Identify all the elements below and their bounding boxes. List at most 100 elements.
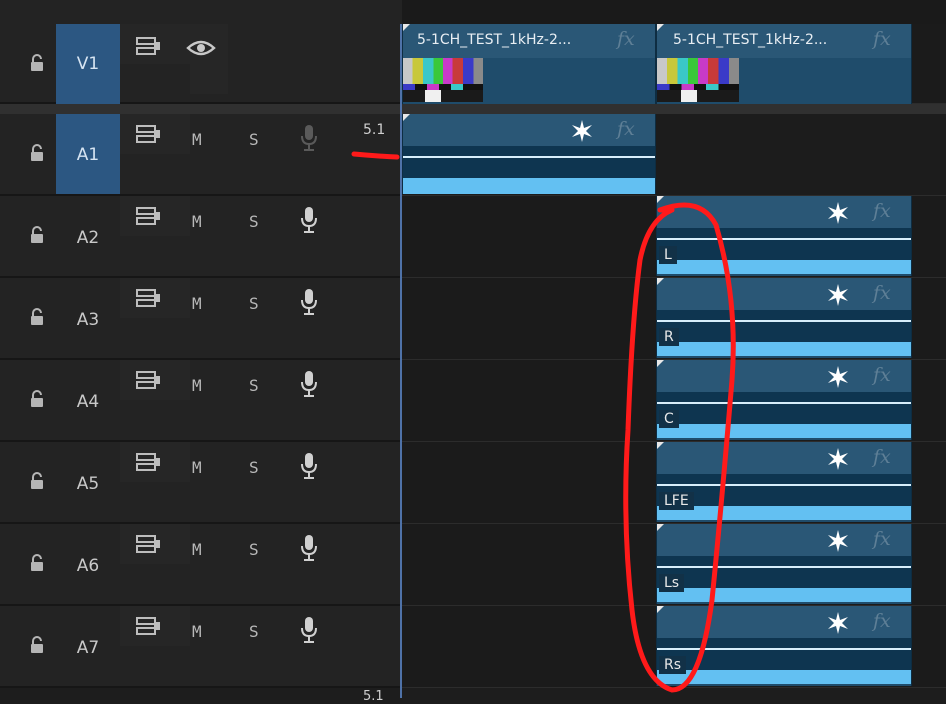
clip-start-marker (657, 24, 664, 31)
keyframe-star-icon[interactable] (827, 366, 849, 388)
track-area-a2: fx L (402, 196, 946, 278)
microphone-icon[interactable] (299, 206, 319, 234)
audio-clip[interactable]: fx R (656, 278, 912, 358)
waveform (657, 228, 911, 238)
toggle-sync-lock-icon[interactable] (136, 36, 162, 58)
channel-label: C (659, 410, 679, 428)
lock-icon[interactable] (26, 470, 48, 492)
track-header-v1: V1 (0, 24, 400, 104)
channel-label: LFE (659, 492, 694, 510)
clip-end-marker (656, 24, 657, 32)
waveform-fill (403, 178, 655, 194)
video-audio-divider[interactable] (0, 104, 946, 114)
mute-button[interactable]: M (192, 622, 202, 641)
fx-badge[interactable]: fx (873, 610, 891, 632)
mute-button[interactable]: M (192, 376, 202, 395)
waveform (657, 392, 911, 402)
toggle-sync-lock-icon[interactable] (136, 452, 162, 474)
mute-button[interactable]: M (192, 458, 202, 477)
track-area-a1: fx (402, 114, 946, 196)
video-clip-title: 5-1CH_TEST_1kHz-2... (417, 32, 572, 48)
video-clip[interactable]: 5-1CH_TEST_1kHz-2... fx (656, 24, 912, 104)
solo-button[interactable]: S (249, 540, 259, 559)
toggle-sync-lock-icon[interactable] (136, 370, 162, 392)
track-name[interactable]: A3 (56, 278, 120, 360)
audio-clip[interactable]: fx LFE (656, 442, 912, 522)
mute-button[interactable]: M (192, 212, 202, 231)
audio-clip[interactable]: fx Rs (656, 606, 912, 686)
microphone-icon[interactable] (299, 288, 319, 316)
toggle-sync-lock-icon[interactable] (136, 124, 162, 146)
track-name[interactable]: A6 (56, 524, 120, 606)
fx-badge[interactable]: fx (873, 364, 891, 386)
track-name[interactable]: A2 (56, 196, 120, 278)
lock-icon[interactable] (26, 224, 48, 246)
solo-button[interactable]: S (249, 376, 259, 395)
track-header-a7: A7 M S (0, 606, 400, 688)
fx-badge[interactable]: fx (617, 118, 635, 140)
fx-badge[interactable]: fx (873, 28, 891, 50)
track-header-a6: A6 M S (0, 524, 400, 606)
eye-icon[interactable] (186, 38, 216, 58)
track-name[interactable]: A5 (56, 442, 120, 524)
fx-badge[interactable]: fx (617, 28, 635, 50)
audio-clip[interactable]: fx C (656, 360, 912, 440)
color-bars-thumbnail (657, 58, 739, 102)
sync-lock-cell (120, 360, 190, 400)
keyframe-star-icon[interactable] (827, 530, 849, 552)
toggle-sync-lock-icon[interactable] (136, 288, 162, 310)
playhead-line[interactable] (400, 24, 402, 698)
clip-start-marker (657, 278, 664, 285)
toggle-sync-lock-icon[interactable] (136, 206, 162, 228)
track-name[interactable]: A4 (56, 360, 120, 442)
keyframe-star-icon[interactable] (827, 448, 849, 470)
microphone-icon[interactable] (299, 452, 319, 480)
waveform (657, 474, 911, 484)
mute-button[interactable]: M (192, 540, 202, 559)
waveform (403, 146, 655, 156)
keyframe-star-icon[interactable] (827, 202, 849, 224)
lock-icon[interactable] (26, 552, 48, 574)
track-name[interactable]: A7 (56, 606, 120, 688)
microphone-icon[interactable] (299, 124, 319, 152)
timeline-ruler-strip (402, 0, 946, 25)
lock-icon[interactable] (26, 306, 48, 328)
lock-icon[interactable] (26, 388, 48, 410)
audio-clip[interactable]: fx Ls (656, 524, 912, 604)
solo-button[interactable]: S (249, 458, 259, 477)
fx-badge[interactable]: fx (873, 446, 891, 468)
solo-button[interactable]: S (249, 130, 259, 149)
keyframe-star-icon[interactable] (571, 120, 593, 142)
mute-button[interactable]: M (192, 130, 202, 149)
audio-clip[interactable]: fx L (656, 196, 912, 276)
microphone-icon[interactable] (299, 370, 319, 398)
keyframe-star-icon[interactable] (827, 284, 849, 306)
solo-button[interactable]: S (249, 212, 259, 231)
waveform (657, 556, 911, 566)
fx-badge[interactable]: fx (873, 528, 891, 550)
lock-icon[interactable] (26, 634, 48, 656)
solo-button[interactable]: S (249, 294, 259, 313)
microphone-icon[interactable] (299, 534, 319, 562)
track-area-a3: fx R (402, 278, 946, 360)
lock-icon[interactable] (26, 52, 48, 74)
toggle-sync-lock-icon[interactable] (136, 616, 162, 638)
track-name-a1[interactable]: A1 (56, 114, 120, 194)
solo-button[interactable]: S (249, 622, 259, 641)
waveform-fill (657, 424, 911, 438)
mute-button[interactable]: M (192, 294, 202, 313)
color-bars-thumbnail (403, 58, 483, 102)
track-area-a7: fx Rs (402, 606, 946, 688)
sync-lock-cell (120, 278, 190, 318)
lock-icon[interactable] (26, 142, 48, 164)
track-header-a5: A5 M S (0, 442, 400, 524)
track-area-v1: 5-1CH_TEST_1kHz-2... fx 5-1CH_TEST_1kHz-… (402, 24, 946, 104)
fx-badge[interactable]: fx (873, 200, 891, 222)
fx-badge[interactable]: fx (873, 282, 891, 304)
video-clip[interactable]: 5-1CH_TEST_1kHz-2... fx (402, 24, 656, 104)
audio-clip[interactable]: fx (402, 114, 656, 194)
toggle-sync-lock-icon[interactable] (136, 534, 162, 556)
microphone-icon[interactable] (299, 616, 319, 644)
keyframe-star-icon[interactable] (827, 612, 849, 634)
track-name-v1[interactable]: V1 (56, 24, 120, 104)
